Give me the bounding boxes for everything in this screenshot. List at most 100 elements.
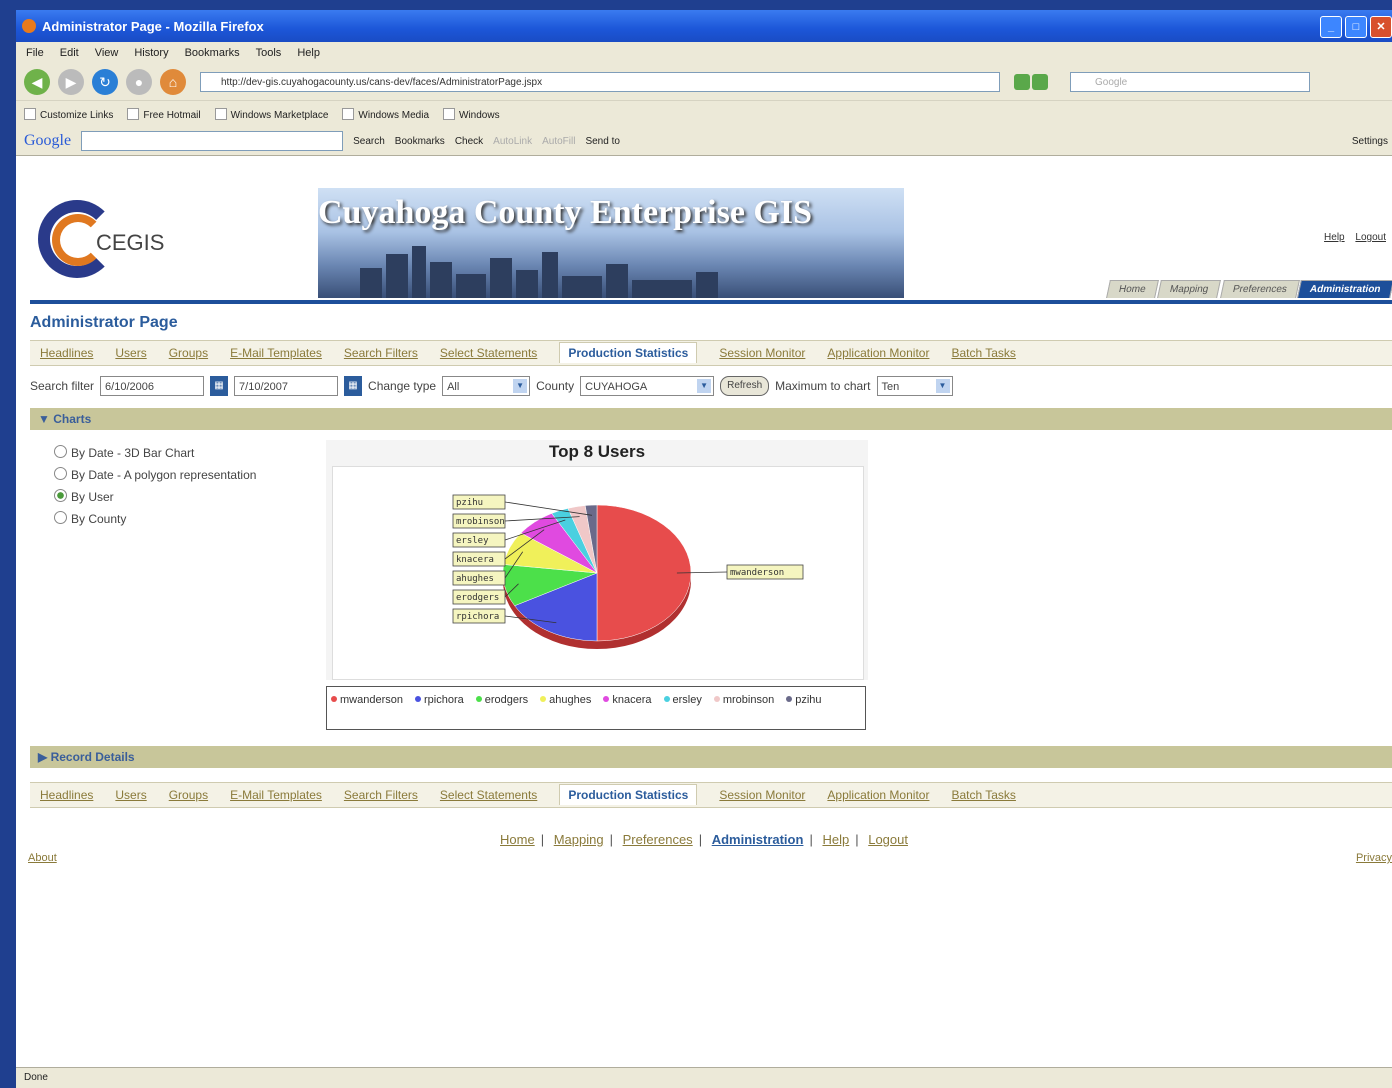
google-search-field[interactable] — [81, 131, 344, 151]
legend-label: ersley — [672, 694, 702, 706]
google-check-button[interactable]: Check — [455, 136, 483, 147]
subtab-groups[interactable]: Groups — [169, 788, 208, 802]
subtab-session-monitor[interactable]: Session Monitor — [719, 788, 805, 802]
subtab-users[interactable]: Users — [115, 788, 146, 802]
subtab-search-filters[interactable]: Search Filters — [344, 346, 418, 360]
footer-help[interactable]: Help — [822, 832, 849, 847]
footer-logout[interactable]: Logout — [868, 832, 908, 847]
subtab-batch-tasks[interactable]: Batch Tasks — [951, 346, 1015, 360]
calendar-icon[interactable]: ▦ — [344, 376, 363, 396]
charts-section-header[interactable]: ▼ Charts — [30, 408, 1392, 430]
menu-help[interactable]: Help — [297, 47, 320, 59]
subtab-select-statements[interactable]: Select Statements — [440, 346, 537, 360]
menu-bar: File Edit View History Bookmarks Tools H… — [16, 42, 1392, 64]
google-toolbar: Google Search Bookmarks Check AutoLink A… — [16, 127, 1392, 156]
close-button[interactable]: ✕ — [1370, 16, 1392, 38]
subtab-application-monitor[interactable]: Application Monitor — [827, 346, 929, 360]
to-date-input[interactable]: 7/10/2007 — [234, 376, 339, 396]
option-by-user[interactable]: By User — [54, 486, 256, 508]
option-by-county[interactable]: By County — [54, 508, 256, 530]
legend-item-erodgers: erodgers — [475, 694, 534, 706]
chart-legend: mwanderson rpichora erodgers ahughes knacera… — [326, 686, 866, 730]
menu-tools[interactable]: Tools — [256, 47, 282, 59]
subtab-headlines[interactable]: Headlines — [40, 346, 93, 360]
google-search-button[interactable]: Search — [353, 136, 385, 147]
calendar-icon[interactable]: ▦ — [210, 376, 229, 396]
privacy-link[interactable]: Privacy — [1356, 852, 1392, 864]
site-banner: CEGIS Cuyahoga County Enterprise GIS — [30, 188, 904, 298]
google-settings-button[interactable]: Settings — [1352, 136, 1388, 147]
record-details-header[interactable]: ▶ Record Details — [30, 746, 1392, 768]
minimize-button[interactable]: _ — [1320, 16, 1342, 38]
subtab-batch-tasks[interactable]: Batch Tasks — [951, 788, 1015, 802]
subtab-production-statistics[interactable]: Production Statistics — [559, 783, 698, 805]
firefox-icon — [22, 19, 36, 33]
google-autofill-button[interactable]: AutoFill — [542, 136, 575, 147]
subtab-headlines[interactable]: Headlines — [40, 788, 93, 802]
chart-plot-area: mwanderson rpichora erodgers ahughes knacera… — [332, 466, 864, 680]
subtab-email-templates[interactable]: E-Mail Templates — [230, 788, 322, 802]
subtab-select-statements[interactable]: Select Statements — [440, 788, 537, 802]
tab-home[interactable]: Home — [1106, 280, 1160, 298]
legend-label: erodgers — [484, 694, 529, 706]
footer-administration[interactable]: Administration — [712, 832, 804, 847]
subtab-application-monitor[interactable]: Application Monitor — [827, 788, 929, 802]
address-bar[interactable]: http://dev-gis.cuyahogacounty.us/cans-de… — [200, 72, 1000, 92]
tab-mapping[interactable]: Mapping — [1157, 280, 1222, 298]
admin-subtabs: Headlines Users Groups E-Mail Templates … — [30, 340, 1392, 366]
logout-link[interactable]: Logout — [1355, 232, 1386, 243]
footer-mapping[interactable]: Mapping — [554, 832, 604, 847]
bookmark-windows[interactable]: Windows — [443, 108, 500, 121]
home-icon[interactable]: ⌂ — [160, 69, 186, 95]
pie-label-rpichora: rpichora — [456, 612, 499, 622]
reload-icon[interactable]: ↻ — [92, 69, 118, 95]
legend-swatch — [663, 696, 670, 702]
about-link[interactable]: About — [28, 852, 57, 864]
from-date-input[interactable]: 6/10/2006 — [100, 376, 205, 396]
menu-history[interactable]: History — [134, 47, 168, 59]
subtab-search-filters[interactable]: Search Filters — [344, 788, 418, 802]
county-label: County — [536, 379, 575, 393]
footer-home[interactable]: Home — [500, 832, 535, 847]
pie-label-mwanderson: mwanderson — [730, 568, 784, 578]
google-sendto-button[interactable]: Send to — [585, 136, 619, 147]
search-input[interactable]: Google — [1070, 72, 1310, 92]
subtab-users[interactable]: Users — [115, 346, 146, 360]
footer-preferences[interactable]: Preferences — [623, 832, 693, 847]
search-filter-row: Search filter 6/10/2006 ▦ 7/10/2007 ▦ Ch… — [30, 376, 953, 396]
maximize-button[interactable]: □ — [1345, 16, 1367, 38]
admin-subtabs-bottom: Headlines Users Groups E-Mail Templates … — [30, 782, 1392, 808]
header-divider — [30, 300, 1392, 304]
tab-administration[interactable]: Administration — [1297, 280, 1392, 298]
max-chart-select[interactable]: Ten — [876, 376, 953, 396]
county-select[interactable]: CUYAHOGA — [580, 376, 715, 396]
help-link[interactable]: Help — [1324, 232, 1345, 243]
google-autolink-button[interactable]: AutoLink — [493, 136, 532, 147]
option-by-date-bar[interactable]: By Date - 3D Bar Chart — [54, 442, 256, 464]
bookmark-windows-media[interactable]: Windows Media — [342, 108, 429, 121]
go-arrow-icon[interactable] — [1032, 74, 1048, 90]
subtab-production-statistics[interactable]: Production Statistics — [559, 341, 698, 363]
tab-preferences[interactable]: Preferences — [1219, 280, 1300, 298]
bookmark-customize-links[interactable]: Customize Links — [24, 108, 113, 121]
forward-icon[interactable]: ▶ — [58, 69, 84, 95]
chart-type-options: By Date - 3D Bar Chart By Date - A polyg… — [54, 442, 256, 530]
refresh-button[interactable]: Refresh — [720, 376, 770, 396]
back-icon[interactable]: ◀ — [24, 69, 50, 95]
go-icon[interactable] — [1014, 74, 1030, 90]
bookmark-windows-marketplace[interactable]: Windows Marketplace — [215, 108, 329, 121]
subtab-email-templates[interactable]: E-Mail Templates — [230, 346, 322, 360]
subtab-session-monitor[interactable]: Session Monitor — [719, 346, 805, 360]
subtab-groups[interactable]: Groups — [169, 346, 208, 360]
menu-view[interactable]: View — [95, 47, 119, 59]
page-title: Administrator Page — [30, 314, 178, 331]
option-by-date-polygon[interactable]: By Date - A polygon representation — [54, 464, 256, 486]
menu-file[interactable]: File — [26, 47, 44, 59]
bookmark-free-hotmail[interactable]: Free Hotmail — [127, 108, 200, 121]
change-type-select[interactable]: All — [442, 376, 531, 396]
menu-edit[interactable]: Edit — [60, 47, 79, 59]
google-bookmarks-button[interactable]: Bookmarks — [395, 136, 445, 147]
stop-icon[interactable]: ● — [126, 69, 152, 95]
legend-item-ersley: ersley — [663, 694, 708, 706]
menu-bookmarks[interactable]: Bookmarks — [185, 47, 240, 59]
